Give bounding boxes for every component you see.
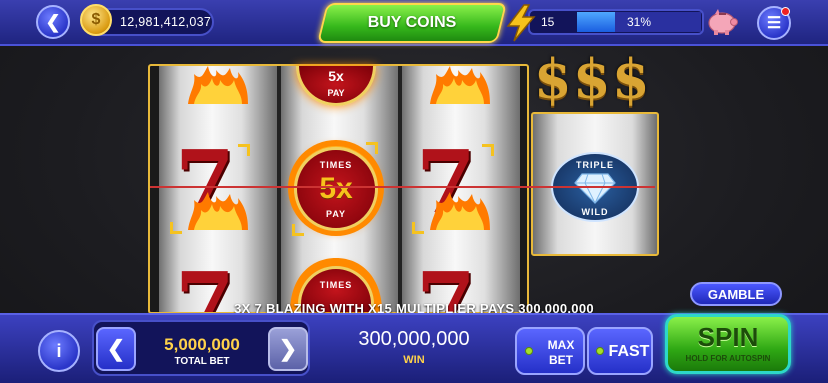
indicator-light <box>596 347 604 355</box>
wild-top-label: TRIPLE <box>575 160 614 170</box>
reel-divider <box>277 66 281 312</box>
multiplier-value: 5x <box>319 172 353 205</box>
slot-game-screen: ❮ $ 12,981,412,037 BUY COINS 15 31% ☰ 7 <box>0 0 828 383</box>
win-corner-marker <box>170 222 182 234</box>
win-label: WIN <box>403 354 425 366</box>
diamond-icon <box>574 173 616 204</box>
multiplier-partial-value: 5x <box>328 68 344 84</box>
fast-label: FAST <box>608 343 650 360</box>
total-bet-label: TOTAL BET <box>174 356 230 367</box>
level-number: 15 <box>541 15 555 29</box>
max-bet-label-top: MAX <box>547 338 575 352</box>
spin-label[interactable]: SPIN <box>665 322 791 353</box>
total-bet-value: 5,000,000 <box>164 335 240 354</box>
chevron-left-icon: ❮ <box>106 336 126 361</box>
max-bet-label-bottom: BET <box>549 353 573 367</box>
win-corner-marker <box>412 222 424 234</box>
buy-coins-label[interactable]: BUY COINS <box>322 14 502 32</box>
level-progress-text: 31% <box>627 15 652 29</box>
wild-bottom-label: WILD <box>581 207 609 217</box>
flame-icon <box>430 66 490 104</box>
payline <box>150 186 655 188</box>
win-corner-marker <box>292 224 304 236</box>
coin-icon: $ <box>80 4 112 36</box>
flame-icon <box>430 192 490 230</box>
lightning-bolt-icon <box>506 4 536 42</box>
piggy-bank-icon[interactable] <box>705 7 739 37</box>
flame-icon <box>188 66 248 104</box>
indicator-light <box>525 347 533 355</box>
chevron-right-icon: ❯ <box>278 336 298 361</box>
multiplier-partial-pay: PAY <box>327 88 345 98</box>
multiplier-times-label: TIMES <box>319 160 353 170</box>
flame-icon <box>188 192 248 230</box>
max-bet-button[interactable]: MAX BET <box>515 327 585 375</box>
win-corner-marker <box>366 142 378 154</box>
win-corner-marker <box>482 144 494 156</box>
win-corner-marker <box>238 144 250 156</box>
multiplier-pay-label: PAY <box>325 209 346 219</box>
fast-button[interactable]: FAST <box>587 327 653 375</box>
dollar-sign-icon: $ <box>534 47 572 111</box>
info-button[interactable]: i <box>38 330 80 372</box>
back-button[interactable]: ❮ <box>36 5 70 39</box>
hamburger-menu-icon: ☰ <box>766 15 782 32</box>
dollar-sign-icon: $ <box>573 47 611 111</box>
reel-divider <box>398 66 402 312</box>
increase-bet-button[interactable]: ❯ <box>268 327 308 371</box>
spin-sublabel: HOLD FOR AUTOSPIN <box>685 354 771 363</box>
coin-balance: 12,981,412,037 <box>120 15 212 29</box>
win-amount: 300,000,000 <box>358 328 470 350</box>
chevron-left-icon: ❮ <box>45 11 61 32</box>
dollar-sign-icon: $ <box>612 47 650 111</box>
notification-dot <box>781 7 790 16</box>
menu-button[interactable]: ☰ <box>757 6 791 40</box>
decrease-bet-button[interactable]: ❮ <box>96 327 136 371</box>
level-progress-fill <box>577 12 616 32</box>
multiplier-partial-times: TIMES <box>319 280 353 290</box>
